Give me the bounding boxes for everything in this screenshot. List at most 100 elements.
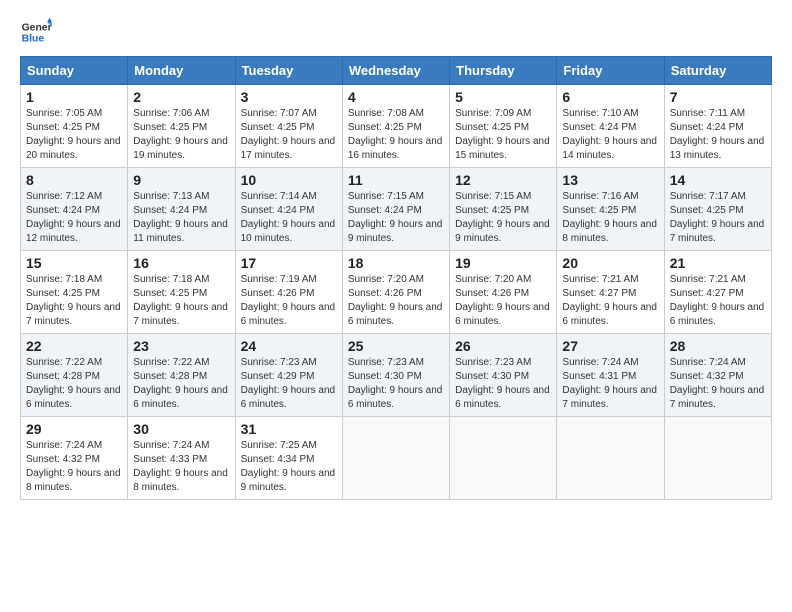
cell-text: Sunrise: 7:06 AMSunset: 4:25 PMDaylight:… (133, 107, 229, 163)
cell-text: Sunrise: 7:13 AMSunset: 4:24 PMDaylight:… (133, 190, 229, 246)
cell-text: Sunrise: 7:08 AMSunset: 4:25 PMDaylight:… (348, 107, 444, 163)
day-of-week-header: Monday (128, 57, 235, 85)
cell-text: Sunrise: 7:24 AMSunset: 4:32 PMDaylight:… (670, 356, 766, 412)
calendar-header: SundayMondayTuesdayWednesdayThursdayFrid… (21, 57, 772, 85)
calendar-cell: 24 Sunrise: 7:23 AMSunset: 4:29 PMDayligh… (235, 334, 342, 417)
day-number: 24 (241, 338, 337, 354)
day-number: 20 (562, 255, 658, 271)
cell-text: Sunrise: 7:16 AMSunset: 4:25 PMDaylight:… (562, 190, 658, 246)
cell-text: Sunrise: 7:15 AMSunset: 4:25 PMDaylight:… (455, 190, 551, 246)
calendar-cell (664, 417, 771, 500)
cell-text: Sunrise: 7:14 AMSunset: 4:24 PMDaylight:… (241, 190, 337, 246)
calendar-cell: 11 Sunrise: 7:15 AMSunset: 4:24 PMDayligh… (342, 168, 449, 251)
day-number: 17 (241, 255, 337, 271)
calendar-cell: 8 Sunrise: 7:12 AMSunset: 4:24 PMDaylight… (21, 168, 128, 251)
calendar-week-row: 15 Sunrise: 7:18 AMSunset: 4:25 PMDayligh… (21, 251, 772, 334)
calendar-cell: 19Sunrise: 7:20 AMSunset: 4:26 PMDayligh… (450, 251, 557, 334)
calendar-cell: 1 Sunrise: 7:05 AMSunset: 4:25 PMDaylight… (21, 85, 128, 168)
calendar-week-row: 1 Sunrise: 7:05 AMSunset: 4:25 PMDaylight… (21, 85, 772, 168)
day-of-week-header: Sunday (21, 57, 128, 85)
cell-text: Sunrise: 7:12 AMSunset: 4:24 PMDaylight:… (26, 190, 122, 246)
calendar-body: 1 Sunrise: 7:05 AMSunset: 4:25 PMDaylight… (21, 85, 772, 500)
calendar-cell: 15 Sunrise: 7:18 AMSunset: 4:25 PMDayligh… (21, 251, 128, 334)
calendar-cell: 2 Sunrise: 7:06 AMSunset: 4:25 PMDaylight… (128, 85, 235, 168)
day-number: 13 (562, 172, 658, 188)
cell-text: Sunrise: 7:21 AMSunset: 4:27 PMDaylight:… (562, 273, 658, 329)
day-number: 22 (26, 338, 122, 354)
calendar-cell: 31Sunrise: 7:25 AMSunset: 4:34 PMDayligh… (235, 417, 342, 500)
calendar-cell (557, 417, 664, 500)
calendar-cell: 20 Sunrise: 7:21 AMSunset: 4:27 PMDayligh… (557, 251, 664, 334)
day-number: 18 (348, 255, 444, 271)
day-number: 29 (26, 421, 122, 437)
day-number: 4 (348, 89, 444, 105)
cell-text: Sunrise: 7:11 AMSunset: 4:24 PMDaylight:… (670, 107, 766, 163)
calendar-cell: 12 Sunrise: 7:15 AMSunset: 4:25 PMDayligh… (450, 168, 557, 251)
cell-text: Sunrise: 7:20 AMSunset: 4:26 PMDaylight:… (455, 273, 551, 329)
cell-text: Sunrise: 7:23 AMSunset: 4:30 PMDaylight:… (348, 356, 444, 412)
day-number: 10 (241, 172, 337, 188)
calendar-cell: 5 Sunrise: 7:09 AMSunset: 4:25 PMDaylight… (450, 85, 557, 168)
calendar-cell: 16Sunrise: 7:18 AMSunset: 4:25 PMDayligh… (128, 251, 235, 334)
cell-text: Sunrise: 7:22 AMSunset: 4:28 PMDaylight:… (133, 356, 229, 412)
header: General Blue (20, 16, 772, 48)
day-number: 23 (133, 338, 229, 354)
cell-text: Sunrise: 7:24 AMSunset: 4:33 PMDaylight:… (133, 439, 229, 495)
day-number: 21 (670, 255, 766, 271)
calendar-cell: 4 Sunrise: 7:08 AMSunset: 4:25 PMDaylight… (342, 85, 449, 168)
day-number: 25 (348, 338, 444, 354)
cell-text: Sunrise: 7:07 AMSunset: 4:25 PMDaylight:… (241, 107, 337, 163)
day-number: 26 (455, 338, 551, 354)
svg-text:Blue: Blue (22, 34, 45, 45)
cell-text: Sunrise: 7:15 AMSunset: 4:24 PMDaylight:… (348, 190, 444, 246)
calendar-cell: 18 Sunrise: 7:20 AMSunset: 4:26 PMDayligh… (342, 251, 449, 334)
day-number: 14 (670, 172, 766, 188)
day-number: 11 (348, 172, 444, 188)
calendar-table: SundayMondayTuesdayWednesdayThursdayFrid… (20, 56, 772, 500)
calendar-cell: 17 Sunrise: 7:19 AMSunset: 4:26 PMDayligh… (235, 251, 342, 334)
day-number: 6 (562, 89, 658, 105)
cell-text: Sunrise: 7:23 AMSunset: 4:29 PMDaylight:… (241, 356, 337, 412)
day-number: 5 (455, 89, 551, 105)
cell-text: Sunrise: 7:23 AMSunset: 4:30 PMDaylight:… (455, 356, 551, 412)
cell-text: Sunrise: 7:10 AMSunset: 4:24 PMDaylight:… (562, 107, 658, 163)
day-of-week-header: Wednesday (342, 57, 449, 85)
day-number: 2 (133, 89, 229, 105)
days-of-week-row: SundayMondayTuesdayWednesdayThursdayFrid… (21, 57, 772, 85)
cell-text: Sunrise: 7:18 AMSunset: 4:25 PMDaylight:… (26, 273, 122, 329)
day-number: 8 (26, 172, 122, 188)
day-number: 12 (455, 172, 551, 188)
day-number: 1 (26, 89, 122, 105)
calendar-week-row: 29Sunrise: 7:24 AMSunset: 4:32 PMDayligh… (21, 417, 772, 500)
cell-text: Sunrise: 7:09 AMSunset: 4:25 PMDaylight:… (455, 107, 551, 163)
calendar-cell (450, 417, 557, 500)
calendar-cell: 7Sunrise: 7:11 AMSunset: 4:24 PMDaylight… (664, 85, 771, 168)
day-of-week-header: Thursday (450, 57, 557, 85)
day-number: 15 (26, 255, 122, 271)
calendar-cell (342, 417, 449, 500)
calendar-cell: 14Sunrise: 7:17 AMSunset: 4:25 PMDayligh… (664, 168, 771, 251)
cell-text: Sunrise: 7:18 AMSunset: 4:25 PMDaylight:… (133, 273, 229, 329)
calendar-cell: 3 Sunrise: 7:07 AMSunset: 4:25 PMDaylight… (235, 85, 342, 168)
day-of-week-header: Saturday (664, 57, 771, 85)
cell-text: Sunrise: 7:21 AMSunset: 4:27 PMDaylight:… (670, 273, 766, 329)
day-number: 9 (133, 172, 229, 188)
calendar-cell: 28Sunrise: 7:24 AMSunset: 4:32 PMDayligh… (664, 334, 771, 417)
calendar-week-row: 8 Sunrise: 7:12 AMSunset: 4:24 PMDaylight… (21, 168, 772, 251)
calendar-cell: 23 Sunrise: 7:22 AMSunset: 4:28 PMDayligh… (128, 334, 235, 417)
calendar-cell: 26 Sunrise: 7:23 AMSunset: 4:30 PMDayligh… (450, 334, 557, 417)
calendar-cell: 29Sunrise: 7:24 AMSunset: 4:32 PMDayligh… (21, 417, 128, 500)
day-number: 3 (241, 89, 337, 105)
calendar-cell: 30Sunrise: 7:24 AMSunset: 4:33 PMDayligh… (128, 417, 235, 500)
logo: General Blue (20, 16, 52, 48)
cell-text: Sunrise: 7:20 AMSunset: 4:26 PMDaylight:… (348, 273, 444, 329)
day-number: 27 (562, 338, 658, 354)
calendar-cell: 21 Sunrise: 7:21 AMSunset: 4:27 PMDayligh… (664, 251, 771, 334)
cell-text: Sunrise: 7:19 AMSunset: 4:26 PMDaylight:… (241, 273, 337, 329)
calendar-cell: 10 Sunrise: 7:14 AMSunset: 4:24 PMDayligh… (235, 168, 342, 251)
day-of-week-header: Friday (557, 57, 664, 85)
svg-text:General: General (22, 22, 52, 33)
calendar-cell: 6 Sunrise: 7:10 AMSunset: 4:24 PMDaylight… (557, 85, 664, 168)
cell-text: Sunrise: 7:05 AMSunset: 4:25 PMDaylight:… (26, 107, 122, 163)
cell-text: Sunrise: 7:25 AMSunset: 4:34 PMDaylight:… (241, 439, 337, 495)
